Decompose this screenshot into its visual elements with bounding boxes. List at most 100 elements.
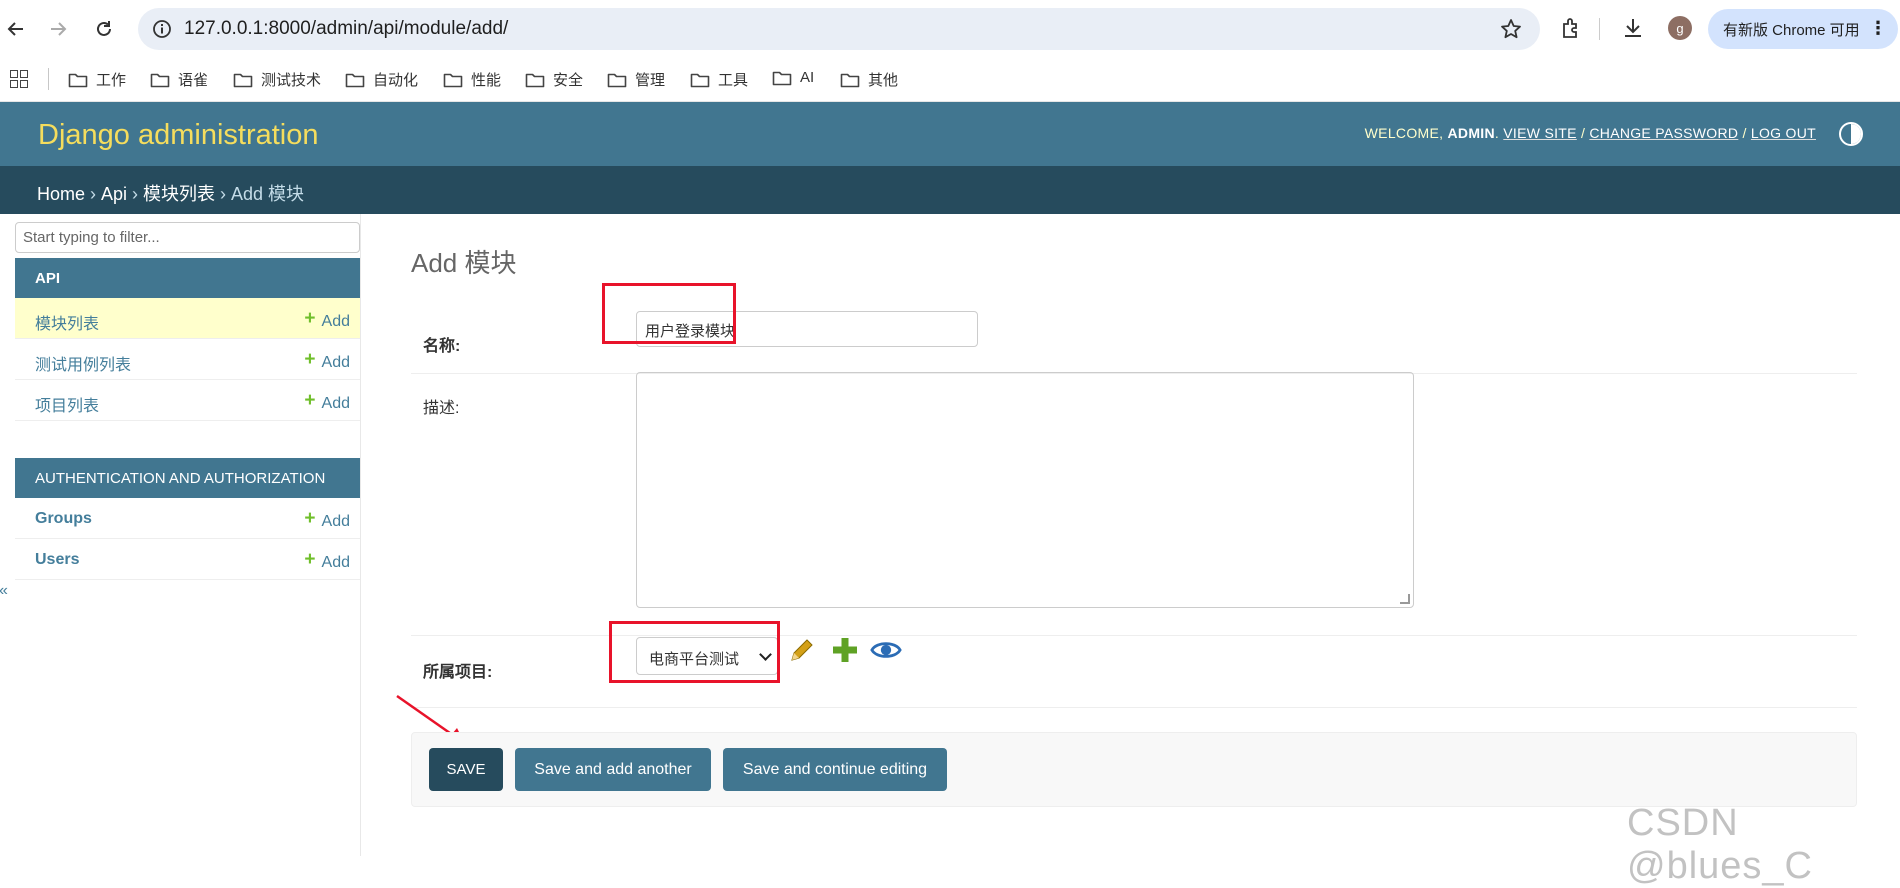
bookmark-folder[interactable]: 其他 <box>840 69 898 90</box>
bookmark-label: 测试技术 <box>261 72 322 89</box>
profile-avatar[interactable]: g <box>1668 16 1692 40</box>
back-icon[interactable] <box>2 15 30 43</box>
bookmark-folder[interactable]: 管理 <box>607 69 665 90</box>
sidebar-item-groups[interactable]: Groups + Add <box>15 498 360 539</box>
bookmark-folder[interactable]: 安全 <box>525 69 583 90</box>
welcome-text: Welcome, <box>1364 125 1444 141</box>
sidebar-item-testcase-list[interactable]: 测试用例列表 + Add <box>15 339 360 380</box>
description-textarea[interactable] <box>636 372 1414 608</box>
page-title: Add 模块 <box>411 248 517 278</box>
module-caption[interactable]: Authentication and Authorization <box>15 458 360 498</box>
highlight-box-project <box>609 621 780 683</box>
bookmark-label: 性能 <box>471 72 502 89</box>
bookmark-label: AI <box>800 69 815 86</box>
folder-icon <box>68 73 88 87</box>
forward-icon[interactable] <box>44 15 72 43</box>
bookmark-label: 语雀 <box>178 72 209 89</box>
bookmark-label: 工具 <box>718 72 749 89</box>
folder-icon <box>233 73 253 87</box>
breadcrumb-current: Add 模块 <box>231 184 305 204</box>
watermark: CSDN @blues_C <box>1627 802 1813 887</box>
folder-icon <box>345 73 365 87</box>
save-continue-editing-button[interactable]: Save and continue editing <box>723 748 947 791</box>
folder-icon <box>443 73 463 87</box>
update-label: 有新版 Chrome 可用 <box>1723 21 1860 39</box>
apps-grid-icon[interactable] <box>10 70 28 88</box>
menu-kebab-icon[interactable]: ⋮ <box>1869 18 1887 39</box>
view-site-link[interactable]: View site <box>1503 125 1577 141</box>
bookmark-label: 管理 <box>635 72 666 89</box>
plus-icon: + <box>304 349 316 370</box>
save-button[interactable]: Save <box>429 748 503 791</box>
sidebar-item-label[interactable]: 项目列表 <box>35 392 99 416</box>
plus-icon: + <box>304 508 316 529</box>
folder-icon <box>607 73 627 87</box>
add-link[interactable]: + Add <box>304 349 350 373</box>
folder-icon <box>690 73 710 87</box>
bookmark-label: 安全 <box>553 72 584 89</box>
add-link[interactable]: + Add <box>304 549 350 573</box>
user-tools: Welcome, admin. View site / Change passw… <box>1364 125 1816 141</box>
breadcrumb-home[interactable]: Home <box>37 184 85 204</box>
download-icon[interactable] <box>1620 15 1646 41</box>
change-password-link[interactable]: Change password <box>1589 125 1738 141</box>
sidebar-item-label[interactable]: 测试用例列表 <box>35 351 131 375</box>
folder-icon <box>772 71 792 85</box>
add-link[interactable]: + Add <box>304 508 350 532</box>
resize-grip-icon[interactable] <box>1400 594 1410 604</box>
breadcrumb-model[interactable]: 模块列表 <box>143 184 215 204</box>
folder-icon <box>840 73 860 87</box>
sidebar-item-label[interactable]: Groups <box>35 510 92 528</box>
add-related-plus-icon[interactable] <box>829 634 861 666</box>
app-module-api: API 模块列表 + Add 测试用例列表 + Add 项目列表 + Add <box>15 258 360 421</box>
nav-sidebar: Start typing to filter... API 模块列表 + Add … <box>0 214 361 856</box>
breadcrumb-app[interactable]: Api <box>101 184 127 204</box>
plus-icon: + <box>304 549 316 570</box>
highlight-box-name <box>602 283 736 344</box>
sidebar-item-module-list[interactable]: 模块列表 + Add <box>15 298 360 339</box>
bookmark-folder[interactable]: 自动化 <box>345 69 418 90</box>
bookmarks-bar: 工作 语雀 测试技术 自动化 性能 安全 管理 工具 AI 其他 <box>0 56 1900 102</box>
bookmark-label: 工作 <box>96 72 127 89</box>
admin-header: Django administration Welcome, admin. Vi… <box>0 102 1900 166</box>
address-bar[interactable]: 127.0.0.1:8000/admin/api/module/add/ <box>138 8 1540 50</box>
toolbar-divider <box>1599 18 1600 40</box>
bookmark-label: 其他 <box>868 72 899 89</box>
extensions-icon[interactable] <box>1559 15 1585 41</box>
sidebar-item-project-list[interactable]: 项目列表 + Add <box>15 380 360 421</box>
save-add-another-button[interactable]: Save and add another <box>515 748 711 791</box>
bookmark-star-icon[interactable] <box>1500 18 1522 40</box>
chrome-update-button[interactable]: 有新版 Chrome 可用 ⋮ <box>1708 9 1898 49</box>
theme-toggle-icon[interactable] <box>1839 122 1863 146</box>
bookmark-folder[interactable]: 测试技术 <box>233 69 321 90</box>
add-link[interactable]: + Add <box>304 308 350 332</box>
sidebar-collapse-toggle[interactable]: « <box>0 582 8 600</box>
view-related-eye-icon[interactable] <box>870 634 902 666</box>
folder-icon <box>525 73 545 87</box>
bookmarks-divider <box>48 68 49 90</box>
site-info-icon[interactable] <box>152 19 172 39</box>
bookmark-folder[interactable]: 性能 <box>443 69 501 90</box>
reload-icon[interactable] <box>90 15 118 43</box>
bookmark-folder[interactable]: 语雀 <box>150 69 208 90</box>
username: admin <box>1447 125 1495 141</box>
plus-icon: + <box>304 308 316 329</box>
logout-link[interactable]: Log out <box>1751 125 1816 141</box>
sidebar-item-label[interactable]: Users <box>35 551 79 569</box>
sidebar-item-users[interactable]: Users + Add <box>15 539 360 580</box>
name-label: 名称: <box>423 338 461 355</box>
add-link[interactable]: + Add <box>304 390 350 414</box>
bookmark-folder[interactable]: 工具 <box>690 69 748 90</box>
submit-row: Save Save and add another Save and conti… <box>411 732 1857 807</box>
url-text[interactable]: 127.0.0.1:8000/admin/api/module/add/ <box>184 18 508 40</box>
change-related-pencil-icon[interactable] <box>786 634 818 666</box>
browser-toolbar: 127.0.0.1:8000/admin/api/module/add/ g 有… <box>0 0 1900 56</box>
plus-icon: + <box>304 390 316 411</box>
module-caption[interactable]: API <box>15 258 360 298</box>
sidebar-item-label[interactable]: 模块列表 <box>35 310 99 334</box>
site-brand[interactable]: Django administration <box>38 119 318 152</box>
nav-filter-input[interactable]: Start typing to filter... <box>15 222 360 253</box>
bookmark-folder[interactable]: AI <box>772 69 814 86</box>
bookmark-folder[interactable]: 工作 <box>68 69 126 90</box>
folder-icon <box>150 73 170 87</box>
